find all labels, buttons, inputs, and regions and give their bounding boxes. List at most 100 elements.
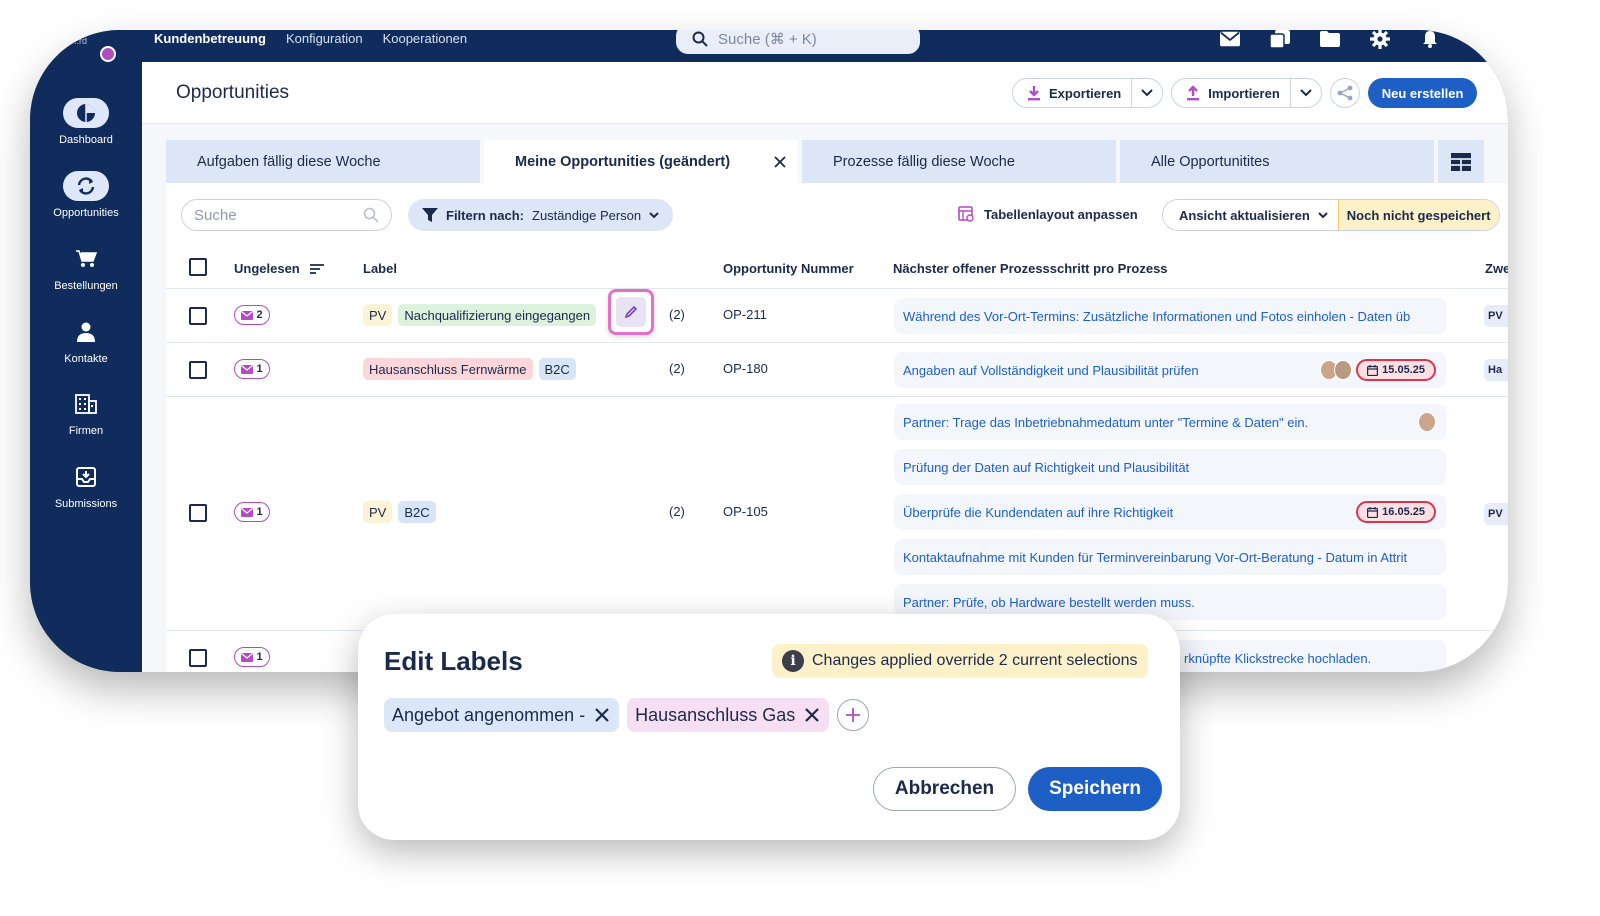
- filter-button[interactable]: Filtern nach: Zuständige Person: [408, 199, 674, 231]
- update-view-label: Ansicht aktualisieren: [1179, 207, 1310, 223]
- label-chips: PV B2C: [363, 501, 436, 523]
- search-icon: [363, 207, 379, 223]
- label-chip-text: Hausanschluss Gas: [635, 704, 796, 725]
- table-settings-icon: [958, 206, 974, 222]
- process-step[interactable]: Überprüfe die Kundendaten auf ihre Richt…: [894, 494, 1446, 530]
- unread-count: 1: [256, 363, 263, 375]
- sidebar-item-label: Kontakte: [64, 353, 108, 365]
- tab-label: Aufgaben fällig diese Woche: [197, 153, 381, 170]
- step-meta: 16.05.25: [1356, 501, 1436, 523]
- mail-icon: [241, 364, 254, 374]
- sidebar-item-kontakte[interactable]: Kontakte: [30, 317, 142, 365]
- page-header: Opportunities Exportieren Importieren Ne…: [142, 62, 1508, 124]
- chevron-down-icon: [649, 211, 659, 218]
- sidebar-item-dashboard[interactable]: Dashboard: [30, 98, 142, 146]
- tab-prozesse[interactable]: Prozesse fällig diese Woche: [802, 140, 1116, 183]
- inbox-icon: [63, 462, 109, 492]
- close-icon[interactable]: [595, 708, 609, 722]
- share-button[interactable]: [1329, 78, 1360, 108]
- new-button[interactable]: Neu erstellen: [1367, 78, 1478, 108]
- close-icon[interactable]: [774, 155, 786, 168]
- label-count: (2): [669, 504, 685, 519]
- folder-icon[interactable]: [1320, 30, 1340, 48]
- grid-view-button[interactable]: [1438, 140, 1484, 183]
- brand-snippet: ..rd: [74, 36, 88, 46]
- opportunity-number[interactable]: OP-105: [723, 504, 768, 519]
- tab-meine-opportunities[interactable]: Meine Opportunities (geändert): [484, 140, 798, 183]
- export-button[interactable]: Exportieren: [1013, 79, 1133, 107]
- add-label-button[interactable]: [837, 699, 870, 731]
- column-header-label[interactable]: Label: [363, 261, 397, 276]
- column-header-prozessschritt[interactable]: Nächster offener Prozessschritt pro Proz…: [893, 261, 1168, 276]
- export-dropdown[interactable]: [1132, 79, 1162, 107]
- table-layout-label: Tabellenlayout anpassen: [984, 206, 1138, 222]
- topnav-item-kooperationen[interactable]: Kooperationen: [383, 31, 468, 46]
- chevron-down-icon: [1318, 211, 1328, 218]
- topnav-item-konfiguration[interactable]: Konfiguration: [286, 31, 363, 46]
- table-row[interactable]: 1 PV B2C (2) OP-105 Partner: Trage das I…: [166, 397, 1508, 631]
- mail-icon[interactable]: [1220, 30, 1240, 48]
- due-date-badge: 15.05.25: [1356, 359, 1436, 381]
- row-checkbox[interactable]: [189, 504, 207, 522]
- sidebar-item-bestellungen[interactable]: Bestellungen: [30, 244, 142, 292]
- top-bar: ..rd Kundenbetreuung Konfiguration Koope…: [30, 30, 1508, 62]
- save-button[interactable]: Speichern: [1028, 767, 1162, 811]
- unread-count: 2: [256, 309, 263, 321]
- filter-prefix: Filtern nach:: [446, 207, 525, 223]
- row-checkbox[interactable]: [189, 361, 207, 379]
- row-checkbox[interactable]: [189, 307, 207, 325]
- tab-label: Meine Opportunities (geändert): [515, 153, 731, 170]
- column-header-zwe[interactable]: Zwe: [1485, 261, 1508, 276]
- step-meta: 15.05.25: [1320, 359, 1436, 381]
- process-step[interactable]: Kontaktaufnahme mit Kunden für Terminver…: [894, 539, 1446, 575]
- gear-icon[interactable]: [1370, 30, 1390, 49]
- import-label: Importieren: [1208, 85, 1280, 101]
- opportunity-number[interactable]: OP-180: [723, 361, 768, 376]
- process-step[interactable]: Während des Vor-Ort-Termins: Zusätzliche…: [894, 298, 1446, 334]
- sidebar-item-opportunities[interactable]: Opportunities: [30, 171, 142, 219]
- label-chip: B2C: [538, 358, 576, 380]
- select-all-checkbox[interactable]: [189, 258, 207, 276]
- label-chip: PV: [363, 304, 393, 326]
- table-row[interactable]: 1 Hausanschluss Fernwärme B2C (2) OP-180…: [166, 343, 1508, 397]
- sort-icon[interactable]: [309, 263, 324, 274]
- table-search-input[interactable]: Suche: [181, 199, 392, 231]
- cancel-button[interactable]: Abbrechen: [872, 767, 1017, 811]
- tab-label: Alle Opportunitites: [1151, 153, 1270, 170]
- zwe-chip: Ha: [1484, 359, 1508, 381]
- tab-alle-opportunities[interactable]: Alle Opportunitites: [1120, 140, 1434, 183]
- column-header-opportunity-nummer[interactable]: Opportunity Nummer: [723, 261, 854, 276]
- close-icon[interactable]: [805, 708, 819, 722]
- update-view-button[interactable]: Ansicht aktualisieren: [1163, 200, 1338, 230]
- sidebar-item-firmen[interactable]: Firmen: [30, 389, 142, 437]
- main-area: Opportunities Exportieren Importieren Ne…: [142, 62, 1508, 672]
- modal-title: Edit Labels: [384, 646, 523, 676]
- row-checkbox[interactable]: [189, 649, 207, 667]
- table-row[interactable]: 2 PV Nachqualifizierung eingegangen (2) …: [166, 289, 1508, 343]
- bell-icon[interactable]: [1420, 30, 1440, 48]
- column-header-ungelesen[interactable]: Ungelesen: [234, 261, 324, 276]
- global-search-input[interactable]: Suche (⌘ + K): [676, 30, 920, 54]
- table-grid-icon: [1451, 152, 1471, 171]
- sidebar-item-submissions[interactable]: Submissions: [30, 462, 142, 510]
- label-chip-text: Angebot angenommen -: [392, 704, 586, 725]
- process-step[interactable]: Prüfung der Daten auf Richtigkeit und Pl…: [894, 449, 1446, 485]
- import-dropdown[interactable]: [1291, 79, 1321, 107]
- tab-aufgaben[interactable]: Aufgaben fällig diese Woche: [166, 140, 480, 183]
- table-layout-button[interactable]: Tabellenlayout anpassen: [958, 206, 1138, 222]
- process-step[interactable]: Partner: Trage das Inbetriebnahmedatum u…: [894, 404, 1446, 440]
- topnav-item-kundenbetreuung[interactable]: Kundenbetreuung: [154, 31, 266, 46]
- edit-labels-button[interactable]: [608, 289, 654, 335]
- mail-icon: [241, 507, 254, 517]
- export-label: Exportieren: [1049, 85, 1122, 101]
- opportunity-number[interactable]: OP-211: [723, 307, 767, 322]
- documents-icon[interactable]: [1270, 30, 1290, 48]
- filter-icon: [422, 208, 438, 222]
- avatar: [1334, 360, 1353, 380]
- import-button[interactable]: Importieren: [1172, 79, 1291, 107]
- process-step[interactable]: Angaben auf Vollständigkeit und Plausibi…: [894, 352, 1446, 388]
- sidebar-item-label: Submissions: [54, 498, 118, 510]
- label-chip-angebot: Angebot angenommen -: [384, 698, 620, 732]
- app-window: ..rd Kundenbetreuung Konfiguration Koope…: [30, 30, 1508, 672]
- brand-logo-icon[interactable]: [100, 46, 116, 62]
